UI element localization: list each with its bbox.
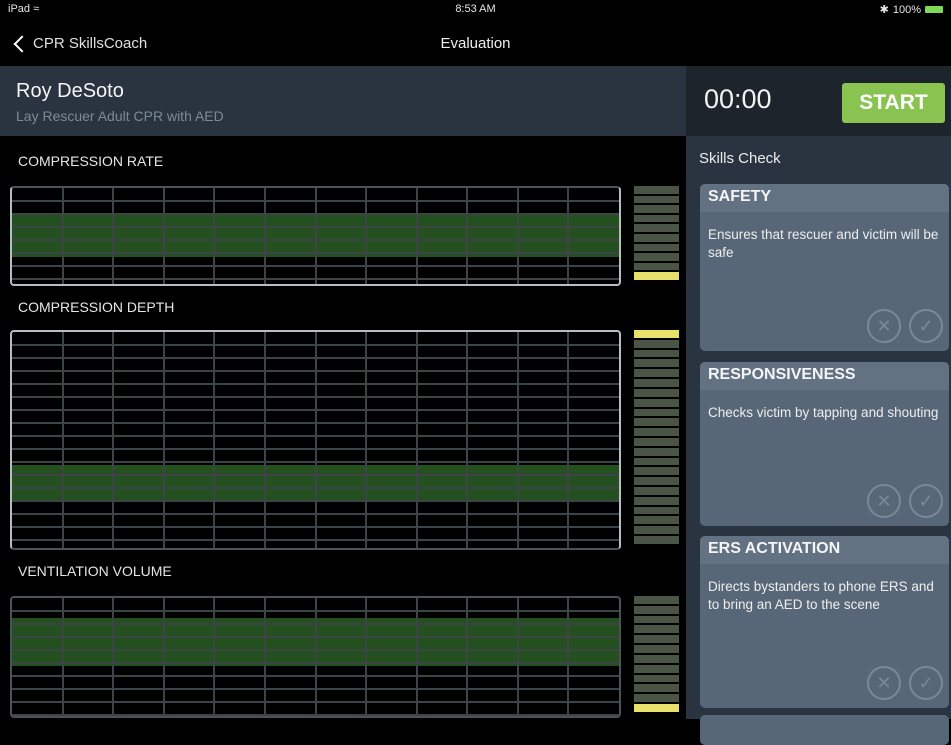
skill-card-description: Checks victim by tapping and shouting: [708, 405, 939, 420]
skill-card-description: Ensures that rescuer and victim will be …: [708, 227, 939, 260]
meter-segment: [634, 674, 679, 683]
meter-segment: [634, 214, 679, 223]
meter-segment: [634, 447, 679, 456]
meter-segment: [634, 233, 679, 242]
meter-segment: [634, 487, 679, 495]
meter-segment: [634, 704, 679, 712]
check-circle-icon[interactable]: ✓: [909, 666, 943, 700]
grid-lines: [12, 332, 619, 548]
battery-percent: 100%: [892, 3, 921, 16]
meter-segment: [634, 379, 679, 387]
meter-segment: [634, 398, 679, 407]
compression-depth-meter: [634, 330, 679, 546]
meter-segment: [634, 437, 679, 446]
meter-segment: [634, 224, 679, 232]
skill-card-partial: [700, 715, 949, 745]
battery-icon: [925, 6, 943, 13]
meter-segment: [634, 516, 679, 525]
status-bar: iPad ≈ 8:53 AM ✱ 100%: [0, 0, 951, 18]
meter-segment: [634, 625, 679, 634]
skill-card-title: SAFETY: [700, 184, 949, 212]
meter-segment: [634, 654, 679, 663]
meter-segment: [634, 536, 679, 544]
skill-card-responsiveness: RESPONSIVENESS Checks victim by tapping …: [700, 362, 949, 526]
skill-card-title: ERS ACTIVATION: [700, 536, 949, 564]
meter-segment: [634, 506, 679, 515]
meter-segment: [634, 467, 679, 476]
meter-segment: [634, 388, 679, 397]
meter-segment: [634, 477, 679, 485]
skills-check-panel: Skills Check SAFETY Ensures that rescuer…: [686, 136, 951, 745]
student-name: Roy DeSoto: [16, 80, 124, 102]
timer-display: 00:00: [704, 84, 772, 114]
meter-segment: [634, 205, 679, 213]
skill-card-actions: ✕ ✓: [867, 309, 943, 343]
course-name: Lay Rescuer Adult CPR with AED: [16, 108, 224, 124]
skill-card-title: RESPONSIVENESS: [700, 362, 949, 390]
student-header: Roy DeSoto Lay Rescuer Adult CPR with AE…: [0, 66, 686, 136]
meter-segment: [634, 262, 679, 271]
meter-segment: [634, 457, 679, 466]
meter-segment: [634, 253, 679, 261]
meter-segment: [634, 645, 679, 653]
skill-card-safety: SAFETY Ensures that rescuer and victim w…: [700, 184, 949, 351]
meter-segment: [634, 664, 679, 673]
meter-segment: [634, 615, 679, 624]
compression-depth-chart: [10, 330, 621, 550]
cross-circle-icon[interactable]: ✕: [867, 484, 901, 518]
meter-segment: [634, 496, 679, 505]
ventilation-volume-chart: [10, 596, 621, 718]
timer-panel: 00:00 START: [686, 66, 951, 136]
nav-bar: CPR SkillsCoach Evaluation: [0, 18, 951, 66]
skill-card-description: Directs bystanders to phone ERS and to b…: [708, 579, 934, 612]
meter-segment: [634, 605, 679, 614]
check-circle-icon[interactable]: ✓: [909, 484, 943, 518]
compression-rate-chart: [10, 186, 621, 286]
meter-segment: [634, 369, 679, 378]
meter-segment: [634, 596, 679, 604]
ventilation-volume-meter: [634, 596, 679, 714]
start-button[interactable]: START: [842, 83, 945, 123]
status-right: ✱ 100%: [880, 3, 943, 16]
compression-rate-label: COMPRESSION RATE: [18, 153, 164, 169]
compression-rate-meter: [634, 186, 679, 282]
skill-card-ers-activation: ERS ACTIVATION Directs bystanders to pho…: [700, 536, 949, 708]
cross-circle-icon[interactable]: ✕: [867, 309, 901, 343]
grid-lines: [12, 188, 619, 284]
meter-segment: [634, 428, 679, 436]
meter-segment: [634, 635, 679, 644]
page-title: Evaluation: [440, 35, 511, 52]
meter-segment: [634, 195, 679, 204]
meter-segment: [634, 418, 679, 427]
meter-segment: [634, 694, 679, 703]
ventilation-volume-label: VENTILATION VOLUME: [18, 563, 172, 579]
meter-segment: [634, 330, 679, 338]
cross-circle-icon[interactable]: ✕: [867, 666, 901, 700]
bluetooth-icon: ✱: [879, 4, 889, 16]
meter-segment: [634, 684, 679, 693]
compression-depth-label: COMPRESSION DEPTH: [18, 299, 175, 315]
meter-segment: [634, 186, 679, 194]
meter-segment: [634, 243, 679, 252]
meter-segment: [634, 349, 679, 358]
status-time: 8:53 AM: [455, 3, 496, 15]
skill-card-actions: ✕ ✓: [867, 666, 943, 700]
skills-check-title: Skills Check: [699, 150, 781, 167]
grid-lines: [12, 598, 619, 716]
meter-segment: [634, 408, 679, 417]
meter-segment: [634, 339, 679, 348]
meter-segment: [634, 526, 679, 535]
check-circle-icon[interactable]: ✓: [909, 309, 943, 343]
meter-segment: [634, 359, 679, 368]
meter-segment: [634, 272, 679, 280]
skill-card-actions: ✕ ✓: [867, 484, 943, 518]
